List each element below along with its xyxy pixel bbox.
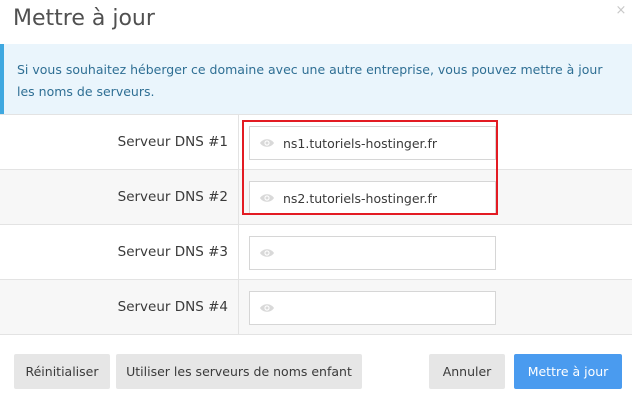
dns-field-1 bbox=[249, 126, 496, 160]
dns-input-2[interactable] bbox=[283, 182, 488, 214]
reset-button[interactable]: Réinitialiser bbox=[14, 354, 110, 389]
dns-row-4: Serveur DNS #4 bbox=[0, 279, 632, 335]
eye-icon bbox=[260, 304, 274, 312]
update-button[interactable]: Mettre à jour bbox=[514, 354, 622, 389]
dns-field-3 bbox=[249, 236, 496, 270]
update-nameservers-dialog: Mettre à jour × Si vous souhaitez héberg… bbox=[0, 0, 632, 399]
info-text: Si vous souhaitez héberger ce domaine av… bbox=[17, 62, 603, 99]
dns-form: Serveur DNS #1 Serveur DNS #2 bbox=[0, 114, 632, 335]
column-divider bbox=[238, 280, 239, 335]
column-divider bbox=[238, 115, 239, 170]
close-icon[interactable]: × bbox=[614, 4, 628, 18]
use-child-nameservers-button[interactable]: Utiliser les serveurs de noms enfant bbox=[116, 354, 362, 389]
info-banner: Si vous souhaitez héberger ce domaine av… bbox=[0, 44, 632, 114]
column-divider bbox=[238, 170, 239, 225]
cancel-button[interactable]: Annuler bbox=[429, 354, 505, 389]
dns-label-2: Serveur DNS #2 bbox=[117, 189, 228, 205]
eye-icon bbox=[260, 249, 274, 257]
dns-row-3: Serveur DNS #3 bbox=[0, 224, 632, 280]
eye-icon bbox=[260, 139, 274, 147]
dns-field-4 bbox=[249, 291, 496, 325]
dialog-title: Mettre à jour bbox=[13, 6, 155, 31]
dns-label-4: Serveur DNS #4 bbox=[117, 299, 228, 315]
dns-row-2: Serveur DNS #2 bbox=[0, 169, 632, 225]
dns-field-2 bbox=[249, 181, 496, 215]
dns-input-4[interactable] bbox=[283, 292, 488, 324]
eye-icon bbox=[260, 194, 274, 202]
dns-input-3[interactable] bbox=[283, 237, 488, 269]
dialog-header: Mettre à jour × bbox=[0, 0, 632, 44]
dns-input-1[interactable] bbox=[283, 127, 488, 159]
dns-label-3: Serveur DNS #3 bbox=[117, 244, 228, 260]
dns-label-1: Serveur DNS #1 bbox=[117, 134, 228, 150]
column-divider bbox=[238, 225, 239, 280]
dns-row-1: Serveur DNS #1 bbox=[0, 114, 632, 170]
dialog-footer: Réinitialiser Utiliser les serveurs de n… bbox=[0, 334, 632, 399]
